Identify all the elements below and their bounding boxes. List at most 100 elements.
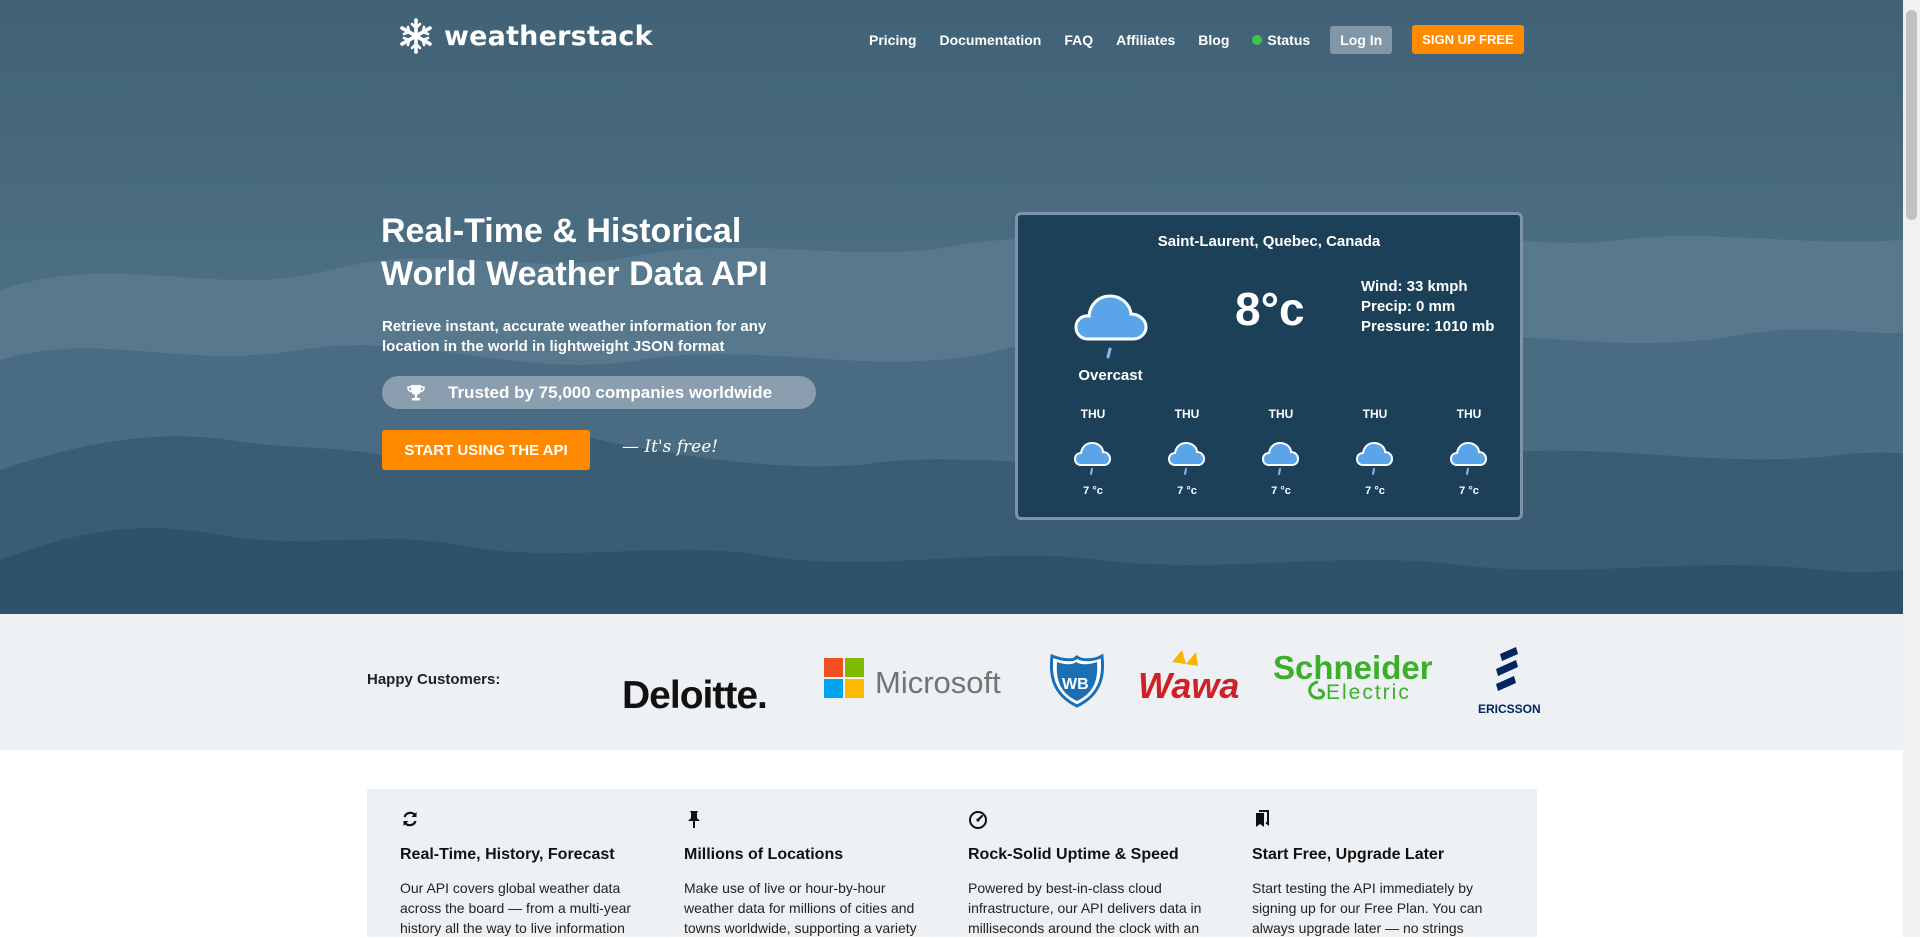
feature-title: Millions of Locations — [684, 846, 844, 863]
forecast-day: THU 7 °c — [1328, 407, 1422, 497]
nav-link-pricing[interactable]: Pricing — [869, 32, 916, 48]
ericsson-logo: ERICSSON — [1478, 647, 1541, 716]
nav-link-affiliates[interactable]: Affiliates — [1116, 32, 1175, 48]
feature-title: Real-Time, History, Forecast — [400, 846, 615, 863]
forecast-day-temp: 7 °c — [1271, 485, 1291, 497]
microsoft-logo: Microsoft — [824, 658, 1001, 700]
top-navigation: weatherstack Pricing Documentation FAQ A… — [0, 0, 1920, 70]
hero-title-line1: Real-Time & Historical — [381, 212, 742, 250]
hero-title: Real-Time & Historical World Weather Dat… — [381, 210, 841, 296]
small-cloud-rain-icon — [1449, 441, 1488, 475]
signup-button[interactable]: SIGN UP FREE — [1412, 25, 1524, 54]
feature-text-line: signing up for our Free Plan. You can — [1252, 900, 1483, 916]
hero-subtitle-line1: Retrieve instant, accurate weather infor… — [382, 318, 767, 335]
forecast-day: THU 7 °c — [1046, 407, 1140, 497]
widget-temperature: 8°c — [1235, 283, 1305, 335]
trusted-text: Trusted by 75,000 companies worldwide — [448, 382, 773, 402]
feature-text-line: weather data for millions of cities and — [684, 900, 915, 916]
hero-subtitle: Retrieve instant, accurate weather infor… — [382, 317, 812, 357]
widget-precip: Precip: 0 mm — [1361, 298, 1456, 315]
scrollbar-thumb[interactable] — [1906, 10, 1917, 220]
widget-location: Saint-Laurent, Quebec, Canada — [1157, 233, 1381, 250]
feature-text-line: Our API covers global weather data — [400, 880, 621, 896]
feature-text-line: Start testing the API immediately by — [1252, 880, 1473, 896]
feature-text: Powered by best-in-class cloud infrastru… — [968, 878, 1208, 938]
nav-link-status[interactable]: Status — [1252, 32, 1310, 48]
refresh-icon — [403, 811, 417, 827]
cloud-rain-icon — [1074, 294, 1148, 359]
forecast-day-name: THU — [1456, 407, 1482, 421]
widget-stats: Wind: 33 kmph Precip: 0 mm Pressure: 101… — [1361, 277, 1494, 337]
forecast-day: THU 7 °c — [1422, 407, 1516, 497]
feature-card: Rock-Solid Uptime & Speed Powered by bes… — [968, 809, 1208, 938]
forecast-day: THU 7 °c — [1234, 407, 1328, 497]
feature-text: Start testing the API immediately by sig… — [1252, 878, 1492, 938]
feature-text-line: infrastructure, our API delivers data in — [968, 900, 1202, 916]
small-cloud-rain-icon — [1167, 441, 1206, 475]
brand-name: weatherstack — [444, 20, 653, 52]
forecast-day-name: THU — [1268, 407, 1294, 421]
ericsson-text: ERICSSON — [1478, 702, 1541, 716]
brand-logo[interactable]: weatherstack — [398, 18, 653, 54]
forecast-day-temp: 7 °c — [1365, 485, 1385, 497]
start-using-api-button[interactable]: START USING THE API — [382, 430, 590, 470]
hero-title-line2: World Weather Data API — [381, 255, 768, 293]
forecast-row: THU 7 °c THU 7 °c THU 7 °c THU 7 °c THU … — [1046, 407, 1516, 497]
feature-text-line: towns worldwide, supporting a variety — [684, 920, 917, 936]
feature-text-line: Powered by best-in-class cloud — [968, 880, 1162, 896]
deloitte-text: Deloitte. — [622, 674, 767, 717]
weather-widget: Saint-Laurent, Quebec, Canada Overcast 8… — [1015, 212, 1523, 520]
trophy-icon — [407, 384, 425, 400]
widget-wind: Wind: 33 kmph — [1361, 278, 1468, 295]
electric-text: Electric — [1326, 681, 1411, 704]
page-scrollbar[interactable] — [1903, 0, 1920, 937]
nav-links: Pricing Documentation FAQ Affiliates Blo… — [869, 25, 1524, 54]
pin-icon — [688, 811, 700, 828]
snowflake-icon — [400, 18, 432, 54]
feature-text: Make use of live or hour-by-hour weather… — [684, 878, 924, 938]
speedometer-icon — [969, 811, 987, 829]
nav-link-documentation[interactable]: Documentation — [939, 32, 1041, 48]
small-cloud-rain-icon — [1073, 441, 1112, 475]
small-cloud-rain-icon — [1261, 441, 1300, 475]
feature-text-line: milliseconds around the clock with an — [968, 920, 1200, 936]
forecast-day-name: THU — [1174, 407, 1200, 421]
customer-logos: Deloitte. Microsoft WB Wawa Schneider El… — [622, 647, 1541, 717]
forecast-day-name: THU — [1080, 407, 1106, 421]
nav-link-faq[interactable]: FAQ — [1064, 32, 1093, 48]
forecast-day-temp: 7 °c — [1177, 485, 1197, 497]
feature-title: Rock-Solid Uptime & Speed — [968, 846, 1179, 863]
feature-text-line: always upgrade later — no strings — [1252, 920, 1464, 936]
bookmark-icon — [1256, 810, 1269, 827]
login-button[interactable]: Log In — [1330, 25, 1393, 54]
warner-bros-logo: WB — [1049, 653, 1105, 708]
free-note: — It's free! — [622, 437, 719, 457]
wawa-text: Wawa — [1138, 665, 1239, 706]
feature-text-line: history all the way to live information — [400, 920, 625, 936]
forecast-day: THU 7 °c — [1140, 407, 1234, 497]
small-cloud-rain-icon — [1355, 441, 1394, 475]
schneider-electric-logo: Schneider Electric — [1273, 649, 1433, 704]
feature-text-line: across the board — from a multi-year — [400, 900, 632, 916]
feature-card: Start Free, Upgrade Later Start testing … — [1252, 809, 1492, 938]
forecast-day-name: THU — [1362, 407, 1388, 421]
forecast-day-temp: 7 °c — [1083, 485, 1103, 497]
customers-section: Happy Customers: Deloitte. Microsoft WB … — [0, 614, 1920, 750]
hero-subtitle-line2: location in the world in lightweight JSO… — [382, 338, 725, 355]
hero-section: weatherstack Pricing Documentation FAQ A… — [0, 0, 1920, 614]
features-section: Real-Time, History, Forecast Our API cov… — [367, 789, 1537, 937]
deloitte-logo: Deloitte. — [622, 674, 768, 717]
widget-pressure: Pressure: 1010 mb — [1361, 318, 1495, 335]
forecast-day-temp: 7 °c — [1459, 485, 1479, 497]
status-label: Status — [1267, 31, 1311, 48]
feature-card: Millions of Locations Make use of live o… — [684, 809, 924, 938]
nav-link-blog[interactable]: Blog — [1198, 32, 1229, 48]
feature-card: Real-Time, History, Forecast Our API cov… — [400, 809, 640, 938]
wawa-logo: Wawa — [1138, 650, 1239, 706]
feature-text: Our API covers global weather data acros… — [400, 878, 640, 938]
status-indicator-icon — [1252, 34, 1263, 45]
feature-title: Start Free, Upgrade Later — [1252, 846, 1445, 863]
trusted-badge: Trusted by 75,000 companies worldwide — [382, 376, 816, 409]
widget-condition: Overcast — [1078, 367, 1143, 384]
feature-text-line: Make use of live or hour-by-hour — [684, 880, 886, 896]
